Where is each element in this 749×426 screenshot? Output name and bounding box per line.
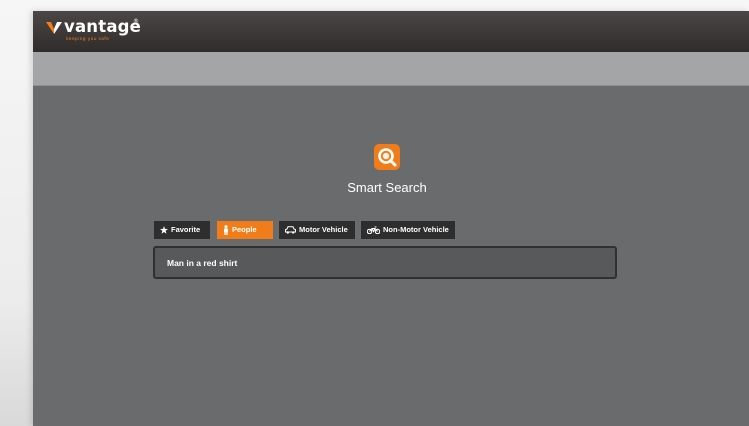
tab-motor-vehicle[interactable]: Motor Vehicle — [279, 221, 355, 239]
search-field-container — [153, 246, 617, 279]
brand-registered-mark: ® — [133, 18, 139, 25]
motorcycle-icon — [367, 226, 380, 235]
tab-favorite-label: Favorite — [171, 225, 201, 235]
person-icon — [223, 225, 229, 236]
toolbar-strip — [33, 52, 749, 86]
search-input[interactable] — [167, 256, 597, 270]
logo-mark-icon — [46, 22, 62, 34]
tab-people[interactable]: People — [217, 221, 273, 239]
tab-non-motor-vehicle[interactable]: Non-Motor Vehicle — [361, 221, 455, 239]
star-icon — [160, 226, 168, 234]
tab-people-label: People — [232, 225, 257, 235]
brand-name: vantage — [64, 17, 142, 36]
tab-favorite[interactable]: Favorite — [154, 221, 210, 239]
tab-motor-vehicle-label: Motor Vehicle — [299, 225, 348, 235]
app-window: vantage ® keeping you safe Smart Search … — [33, 11, 749, 426]
car-icon — [285, 226, 296, 234]
page-title: Smart Search — [347, 180, 427, 195]
top-bar: vantage ® keeping you safe — [33, 11, 749, 52]
tab-non-motor-vehicle-label: Non-Motor Vehicle — [383, 225, 449, 235]
brand-tagline: keeping you safe — [66, 37, 110, 42]
smart-search-icon — [374, 144, 400, 170]
